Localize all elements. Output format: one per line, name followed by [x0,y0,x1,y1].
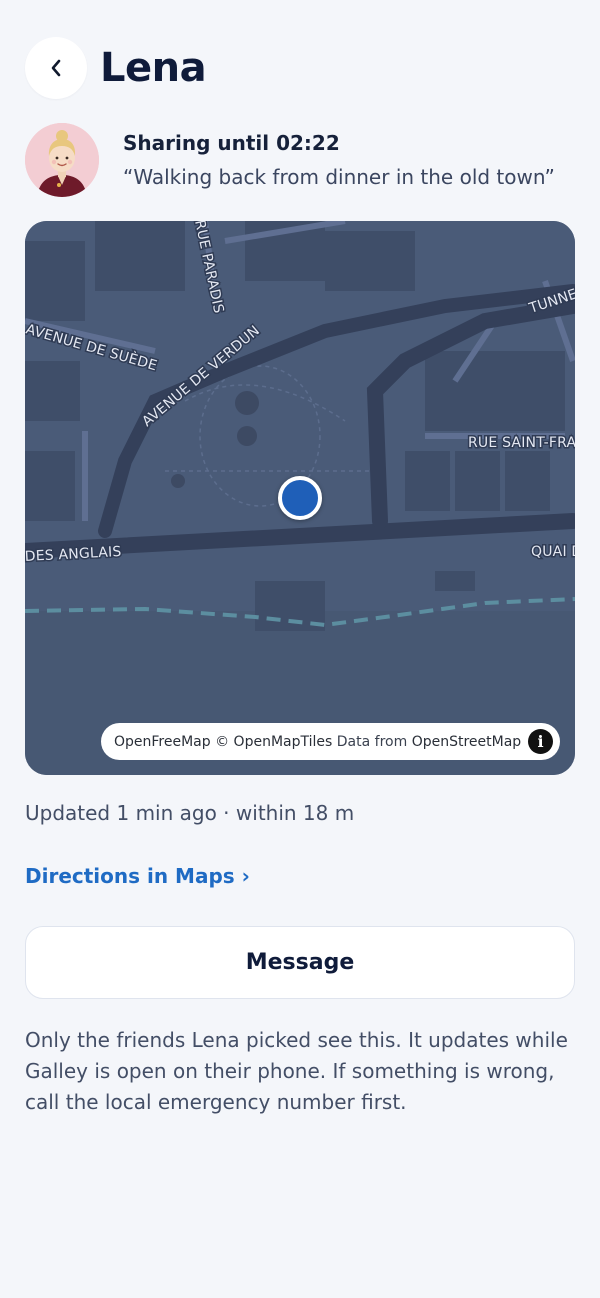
page-title: Lena [100,45,207,91]
sharing-until: Sharing until 02:22 [123,131,340,155]
data-from-label: Data from [336,733,408,750]
directions-link[interactable]: Directions in Maps › [25,864,250,888]
avatar[interactable] [25,123,99,197]
share-text: Sharing until 02:22 “Walking back from d… [123,130,555,190]
openstreetmap-link[interactable]: OpenStreetMap [412,734,521,750]
current-location-marker[interactable] [278,476,322,520]
header: Lena [25,37,207,99]
openmaptiles-link[interactable]: © OpenMapTiles [215,734,332,750]
back-button[interactable] [25,37,87,99]
map-attribution: OpenFreeMap © OpenMapTiles Data from Ope… [101,723,560,760]
location-map[interactable]: RUE PARADIS AVENUE DE SUÈDE AVENUE DE VE… [25,221,575,775]
info-icon[interactable]: i [528,729,553,754]
openfreemap-link[interactable]: OpenFreeMap [114,734,211,750]
share-note: “Walking back from dinner in the old tow… [123,165,555,189]
street-label: RUE SAINT-FRA [468,435,575,451]
share-info: Sharing until 02:22 “Walking back from d… [25,123,555,197]
location-share-screen: Lena Sharing until 02:22 “Walking back f… [0,0,600,1298]
privacy-disclaimer: Only the friends Lena picked see this. I… [25,1028,568,1114]
message-button[interactable]: Message [25,926,575,999]
chevron-left-icon [51,59,61,77]
avatar-illustration [25,123,99,197]
update-status: Updated 1 min ago · within 18 m [25,801,355,825]
street-label: QUAI D [531,544,575,560]
